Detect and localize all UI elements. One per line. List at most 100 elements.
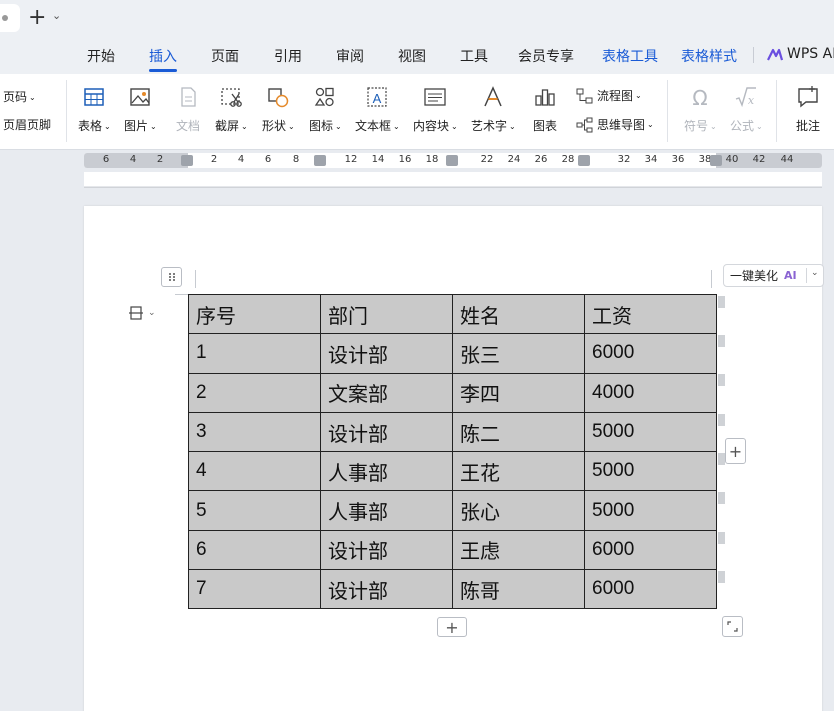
ruler-label: 22 xyxy=(480,154,494,165)
tab-view[interactable]: 视图 xyxy=(398,46,426,66)
table-cell[interactable]: 5000 xyxy=(584,451,717,492)
tab-home[interactable]: 开始 xyxy=(87,46,115,66)
shape-label: 形状 xyxy=(262,119,287,133)
table-cell[interactable]: 设计部 xyxy=(320,569,453,610)
table-row: 7 设计部 陈哥 6000 xyxy=(188,569,717,610)
flowchart-label: 流程图 xyxy=(597,89,634,103)
table-cell[interactable]: 王花 xyxy=(452,451,585,492)
tab-member[interactable]: 会员专享 xyxy=(518,46,574,66)
table-cell[interactable]: 3 xyxy=(188,411,321,453)
ruler-label: 32 xyxy=(617,154,631,165)
content-block-button[interactable]: 内容块 ⌄ xyxy=(413,84,458,134)
table-header-cell[interactable]: 序号 xyxy=(188,293,321,335)
screenshot-button[interactable]: 截屏 ⌄ xyxy=(215,84,248,134)
table-cell[interactable]: 5000 xyxy=(584,411,717,453)
ruler-column-marker[interactable] xyxy=(314,155,326,166)
table-cell[interactable]: 6000 xyxy=(584,529,717,571)
table-cell[interactable]: 4000 xyxy=(584,372,717,413)
row-options-handle[interactable]: ⌄ xyxy=(128,305,156,321)
table-label: 表格 xyxy=(78,119,103,133)
symbol-label: 符号 xyxy=(684,119,709,133)
ruler-column-marker[interactable] xyxy=(181,155,193,166)
table-cell[interactable]: 设计部 xyxy=(320,333,453,374)
tab-review[interactable]: 审阅 xyxy=(336,46,364,66)
table-cell[interactable]: 6000 xyxy=(584,333,717,374)
picture-button[interactable]: 图片 ⌄ xyxy=(124,84,157,134)
table-cell[interactable]: 张三 xyxy=(452,333,585,374)
one-click-beautify-button[interactable]: 一键美化 AI ⌄ xyxy=(723,264,824,287)
table-cell[interactable]: 人事部 xyxy=(320,451,453,492)
table-cell[interactable]: 6000 xyxy=(584,569,717,610)
table-cell[interactable]: 张心 xyxy=(452,490,585,531)
table-cell[interactable]: 4 xyxy=(188,451,321,492)
chevron-down-icon[interactable]: ⌄ xyxy=(52,9,61,22)
table-cell[interactable]: 李四 xyxy=(452,372,585,413)
ruler-column-marker[interactable] xyxy=(578,155,590,166)
table-cell[interactable]: 陈哥 xyxy=(452,569,585,610)
table-cell[interactable]: 王虑 xyxy=(452,529,585,571)
table-cell[interactable]: 5 xyxy=(188,490,321,531)
tab-tools[interactable]: 工具 xyxy=(460,46,488,66)
tab-wps-ai[interactable]: WPS AI xyxy=(787,46,834,62)
ruler-label: 26 xyxy=(534,154,548,165)
svg-text:A: A xyxy=(373,91,382,106)
document-button[interactable]: 文档 xyxy=(175,84,201,134)
add-row-button[interactable]: + xyxy=(437,617,467,637)
table-cell[interactable]: 人事部 xyxy=(320,490,453,531)
row-edge-marker xyxy=(718,492,725,504)
drag-grip-icon xyxy=(168,273,175,281)
page-number-button[interactable]: 页码 ⌄ xyxy=(3,88,36,105)
ruler-label: 4 xyxy=(129,154,137,165)
symbol-button[interactable]: Ω 符号 ⌄ xyxy=(684,84,717,134)
tab-insert[interactable]: 插入 xyxy=(149,46,177,72)
table-cell[interactable]: 6 xyxy=(188,529,321,571)
data-table[interactable]: 序号 部门 姓名 工资 1 设计部 张三 6000 2 文案部 李四 4000 … xyxy=(188,293,717,610)
ruler-column-marker[interactable] xyxy=(710,155,722,166)
tab-page[interactable]: 页面 xyxy=(211,46,239,66)
table-cell[interactable]: 2 xyxy=(188,372,321,413)
textbox-button[interactable]: A 文本框 ⌄ xyxy=(355,84,400,134)
table-row: 6 设计部 王虑 6000 xyxy=(188,529,717,571)
wordart-label: 艺术字 xyxy=(471,119,508,133)
comment-button[interactable]: 批注 xyxy=(795,84,821,134)
formula-icon: x xyxy=(736,87,757,108)
table-row: 4 人事部 王花 5000 xyxy=(188,451,717,492)
table-cell[interactable]: 7 xyxy=(188,569,321,610)
wps-ai-logo-icon xyxy=(767,48,783,61)
document-tab[interactable] xyxy=(0,4,20,32)
wordart-button[interactable]: 艺术字 ⌄ xyxy=(471,84,516,134)
add-column-button[interactable]: + xyxy=(725,438,746,464)
flowchart-button[interactable]: 流程图 ⌄ xyxy=(576,87,642,104)
horizontal-ruler[interactable]: 6 4 2 2 4 6 8 12 14 16 18 22 24 26 28 32… xyxy=(84,153,822,168)
table-header-cell[interactable]: 工资 xyxy=(584,293,717,335)
ruler-column-marker[interactable] xyxy=(446,155,458,166)
chart-button[interactable]: 图表 xyxy=(532,84,558,134)
header-footer-button[interactable]: 页眉页脚 xyxy=(3,116,51,133)
new-tab-plus-icon[interactable]: + xyxy=(28,5,46,31)
table-cell[interactable]: 1 xyxy=(188,333,321,374)
tab-table-tools[interactable]: 表格工具 xyxy=(602,46,658,66)
shape-button[interactable]: 形状 ⌄ xyxy=(262,84,295,134)
mindmap-button[interactable]: 思维导图 ⌄ xyxy=(576,116,654,133)
table-cell[interactable]: 5000 xyxy=(584,490,717,531)
table-row: 2 文案部 李四 4000 xyxy=(188,372,717,413)
tab-table-style[interactable]: 表格样式 xyxy=(681,46,737,66)
chevron-down-icon[interactable]: ⌄ xyxy=(811,268,819,278)
table-resize-handle[interactable] xyxy=(722,616,743,637)
table-cell[interactable]: 文案部 xyxy=(320,372,453,413)
tab-references[interactable]: 引用 xyxy=(274,46,302,66)
table-corner-mark xyxy=(711,270,712,288)
ruler-label: 14 xyxy=(371,154,385,165)
table-cell[interactable]: 设计部 xyxy=(320,411,453,453)
icon-button[interactable]: 图标 ⌄ xyxy=(309,84,342,134)
table-cell[interactable]: 陈二 xyxy=(452,411,585,453)
formula-button[interactable]: x 公式 ⌄ xyxy=(730,84,763,134)
table-header-cell[interactable]: 部门 xyxy=(320,293,453,335)
table-header-cell[interactable]: 姓名 xyxy=(452,293,585,335)
ribbon-divider xyxy=(667,80,668,142)
table-cell[interactable]: 设计部 xyxy=(320,529,453,571)
ruler-label: 4 xyxy=(237,154,245,165)
table-button[interactable]: 表格 ⌄ xyxy=(78,84,111,134)
table-move-handle[interactable] xyxy=(161,267,182,287)
textbox-icon: A xyxy=(367,87,387,107)
